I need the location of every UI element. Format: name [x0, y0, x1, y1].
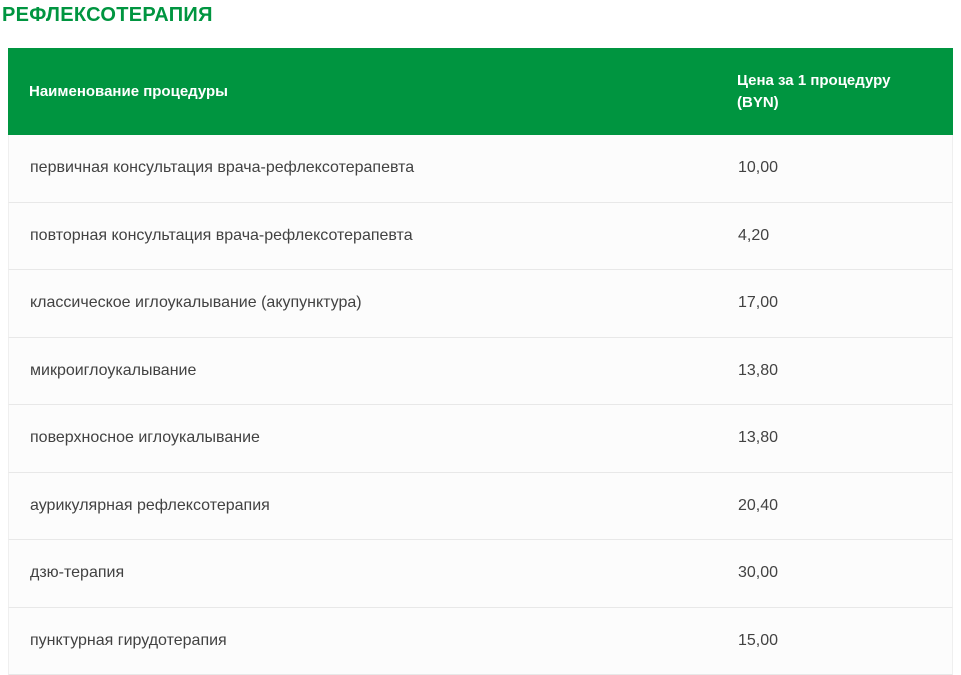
procedure-name-cell: поверхносное иглоукалывание [9, 428, 717, 448]
procedure-name-cell: аурикулярная рефлексотерапия [9, 496, 717, 516]
procedure-price-cell: 20,40 [717, 496, 952, 516]
table-row: микроиглоукалывание 13,80 [8, 338, 953, 406]
procedure-name-cell: микроиглоукалывание [9, 361, 717, 381]
procedure-price-cell: 10,00 [717, 158, 952, 178]
procedure-name-cell: повторная консультация врача-рефлексотер… [9, 226, 717, 246]
procedure-price-cell: 15,00 [717, 631, 952, 651]
table-row: первичная консультация врача-рефлексотер… [8, 135, 953, 203]
table-row: поверхносное иглоукалывание 13,80 [8, 405, 953, 473]
table-body: первичная консультация врача-рефлексотер… [8, 135, 953, 675]
table-header-row: Наименование процедуры Цена за 1 процеду… [8, 48, 953, 135]
procedure-name-cell: классическое иглоукалывание (акупунктура… [9, 293, 717, 313]
column-header-procedure: Наименование процедуры [8, 81, 716, 103]
table-row: пунктурная гирудотерапия 15,00 [8, 608, 953, 675]
price-table: Наименование процедуры Цена за 1 процеду… [8, 48, 953, 675]
procedure-price-cell: 30,00 [717, 563, 952, 583]
procedure-name-cell: пунктурная гирудотерапия [9, 631, 717, 651]
table-row: классическое иглоукалывание (акупунктура… [8, 270, 953, 338]
procedure-name-cell: дзю-терапия [9, 563, 717, 583]
procedure-price-cell: 17,00 [717, 293, 952, 313]
column-header-price: Цена за 1 процедуру (BYN) [716, 70, 953, 114]
procedure-price-cell: 13,80 [717, 361, 952, 381]
table-row: аурикулярная рефлексотерапия 20,40 [8, 473, 953, 541]
table-row: дзю-терапия 30,00 [8, 540, 953, 608]
procedure-price-cell: 13,80 [717, 428, 952, 448]
table-row: повторная консультация врача-рефлексотер… [8, 203, 953, 271]
procedure-name-cell: первичная консультация врача-рефлексотер… [9, 158, 717, 178]
page-title: РЕФЛЕКСОТЕРАПИЯ [2, 4, 213, 27]
procedure-price-cell: 4,20 [717, 226, 952, 246]
